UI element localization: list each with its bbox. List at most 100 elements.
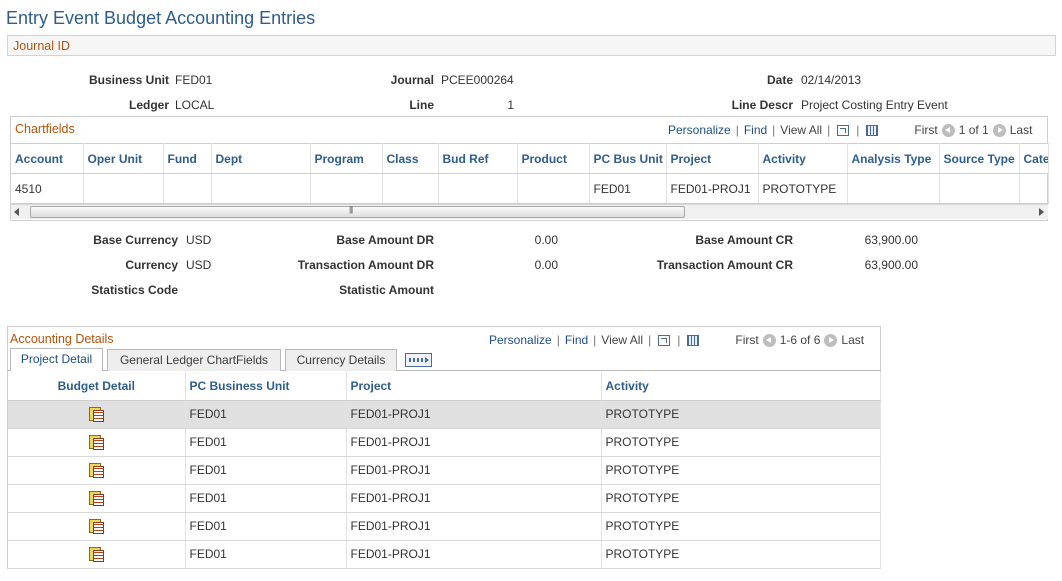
column-header-activity[interactable]: Activity xyxy=(601,372,880,400)
horizontal-scrollbar[interactable] xyxy=(11,204,1048,219)
cell-bud-ref xyxy=(438,174,517,204)
cell-program xyxy=(310,174,382,204)
line-label: Line xyxy=(409,98,434,112)
cell-analysis-type xyxy=(847,174,939,204)
cell-source-type xyxy=(939,174,1019,204)
ledger-value: LOCAL xyxy=(175,98,214,112)
transaction-amount-cr-label: Transaction Amount CR xyxy=(657,258,793,272)
column-header-activity[interactable]: Activity xyxy=(758,144,847,174)
download-grid-icon[interactable] xyxy=(866,125,878,136)
line-value: 1 xyxy=(507,98,514,112)
accounting-details-table: Budget Detail PC Business Unit Project A… xyxy=(8,372,881,569)
accounting-first-label: First xyxy=(735,333,758,347)
chartfields-navigation: Personalize | Find | View All | | First … xyxy=(668,123,1032,137)
table-row[interactable]: FED01 FED01-PROJ1 PROTOTYPE xyxy=(8,484,880,512)
scrollbar-thumb[interactable] xyxy=(30,206,685,218)
base-amount-dr-value: 0.00 xyxy=(535,233,558,247)
transaction-amount-dr-value: 0.00 xyxy=(535,258,558,272)
budget-detail-icon[interactable] xyxy=(89,547,103,561)
previous-row-icon[interactable] xyxy=(942,124,955,137)
scroll-left-icon[interactable] xyxy=(14,208,19,216)
column-header-class[interactable]: Class xyxy=(382,144,438,174)
column-header-fund[interactable]: Fund xyxy=(163,144,211,174)
cell-account: 4510 xyxy=(11,174,83,204)
cell-dept xyxy=(211,174,310,204)
cell-pc-business-unit: FED01 xyxy=(185,484,346,512)
column-header-source-type[interactable]: Source Type xyxy=(939,144,1019,174)
cell-fund xyxy=(163,174,211,204)
download-grid-icon[interactable] xyxy=(687,335,699,346)
column-header-program[interactable]: Program xyxy=(310,144,382,174)
cell-project: FED01-PROJ1 xyxy=(346,400,601,428)
line-descr-value: Project Costing Entry Event xyxy=(801,98,948,112)
column-header-pc-business-unit[interactable]: PC Business Unit xyxy=(185,372,346,400)
column-header-project[interactable]: Project xyxy=(346,372,601,400)
accounting-find-link[interactable]: Find xyxy=(565,333,588,347)
column-header-oper-unit[interactable]: Oper Unit xyxy=(83,144,163,174)
cell-activity: PROTOTYPE xyxy=(601,456,880,484)
chartfields-personalize-link[interactable]: Personalize xyxy=(668,123,731,137)
column-header-pc-bus-unit[interactable]: PC Bus Unit xyxy=(589,144,666,174)
zoom-icon[interactable] xyxy=(837,125,849,136)
chartfields-first-label: First xyxy=(914,123,937,137)
column-header-product[interactable]: Product xyxy=(517,144,589,174)
chartfields-row-range: 1 of 1 xyxy=(959,123,989,137)
table-row[interactable]: FED01 FED01-PROJ1 PROTOTYPE xyxy=(8,456,880,484)
cell-activity: PROTOTYPE xyxy=(601,428,880,456)
chartfields-last-label: Last xyxy=(1010,123,1033,137)
cell-pc-bus-unit: FED01 xyxy=(589,174,666,204)
table-row[interactable]: FED01 FED01-PROJ1 PROTOTYPE xyxy=(8,512,880,540)
zoom-icon[interactable] xyxy=(658,335,670,346)
currency-label: Currency xyxy=(125,258,178,272)
column-header-account[interactable]: Account xyxy=(11,144,83,174)
column-header-dept[interactable]: Dept xyxy=(211,144,310,174)
cell-activity: PROTOTYPE xyxy=(601,512,880,540)
accounting-details-navigation: Personalize | Find | View All | | First … xyxy=(489,333,864,347)
cell-project: FED01-PROJ1 xyxy=(346,512,601,540)
journal-value: PCEE000264 xyxy=(441,73,514,87)
cell-project: FED01-PROJ1 xyxy=(346,428,601,456)
table-row[interactable]: FED01 FED01-PROJ1 PROTOTYPE xyxy=(8,428,880,456)
show-all-columns-icon[interactable] xyxy=(405,353,432,367)
budget-detail-icon[interactable] xyxy=(89,463,103,477)
table-row: 4510 FED01 FED01-PROJ1 PROTOTYPE xyxy=(11,174,1048,204)
cell-project: FED01-PROJ1 xyxy=(346,456,601,484)
tab-currency-details[interactable]: Currency Details xyxy=(285,349,397,371)
chartfields-table: Account Oper Unit Fund Dept Program Clas… xyxy=(11,143,1049,204)
budget-detail-cell xyxy=(8,484,185,512)
budget-detail-icon[interactable] xyxy=(89,491,103,505)
budget-detail-icon[interactable] xyxy=(89,407,103,421)
cell-activity: PROTOTYPE xyxy=(758,174,847,204)
table-row[interactable]: FED01 FED01-PROJ1 PROTOTYPE xyxy=(8,400,880,428)
tab-general-ledger-chartfields[interactable]: General Ledger ChartFields xyxy=(107,349,281,371)
column-header-category[interactable]: Categ xyxy=(1019,144,1048,174)
tab-project-detail[interactable]: Project Detail xyxy=(10,348,103,371)
budget-detail-icon[interactable] xyxy=(89,435,103,449)
chartfields-view-all-link[interactable]: View All xyxy=(780,123,822,137)
budget-detail-cell xyxy=(8,540,185,568)
scroll-right-icon[interactable] xyxy=(1039,208,1044,216)
cell-pc-business-unit: FED01 xyxy=(185,428,346,456)
statistic-amount-label: Statistic Amount xyxy=(339,283,434,297)
next-row-icon[interactable] xyxy=(993,124,1006,137)
line-descr-label: Line Descr xyxy=(732,98,793,112)
budget-detail-icon[interactable] xyxy=(89,519,103,533)
chartfields-find-link[interactable]: Find xyxy=(744,123,767,137)
currency-value: USD xyxy=(186,258,211,272)
column-header-bud-ref[interactable]: Bud Ref xyxy=(438,144,517,174)
budget-detail-cell xyxy=(8,456,185,484)
accounting-view-all-link[interactable]: View All xyxy=(601,333,643,347)
accounting-row-range: 1-6 of 6 xyxy=(780,333,821,347)
journal-label: Journal xyxy=(391,73,434,87)
column-header-project[interactable]: Project xyxy=(666,144,758,174)
transaction-amount-cr-value: 63,900.00 xyxy=(865,258,918,272)
statistics-code-label: Statistics Code xyxy=(91,283,178,297)
budget-detail-cell xyxy=(8,400,185,428)
table-row[interactable]: FED01 FED01-PROJ1 PROTOTYPE xyxy=(8,540,880,568)
accounting-personalize-link[interactable]: Personalize xyxy=(489,333,552,347)
next-row-icon[interactable] xyxy=(824,334,837,347)
previous-row-icon[interactable] xyxy=(763,334,776,347)
business-unit-label: Business Unit xyxy=(89,73,169,87)
ledger-label: Ledger xyxy=(129,98,169,112)
column-header-analysis-type[interactable]: Analysis Type xyxy=(847,144,939,174)
